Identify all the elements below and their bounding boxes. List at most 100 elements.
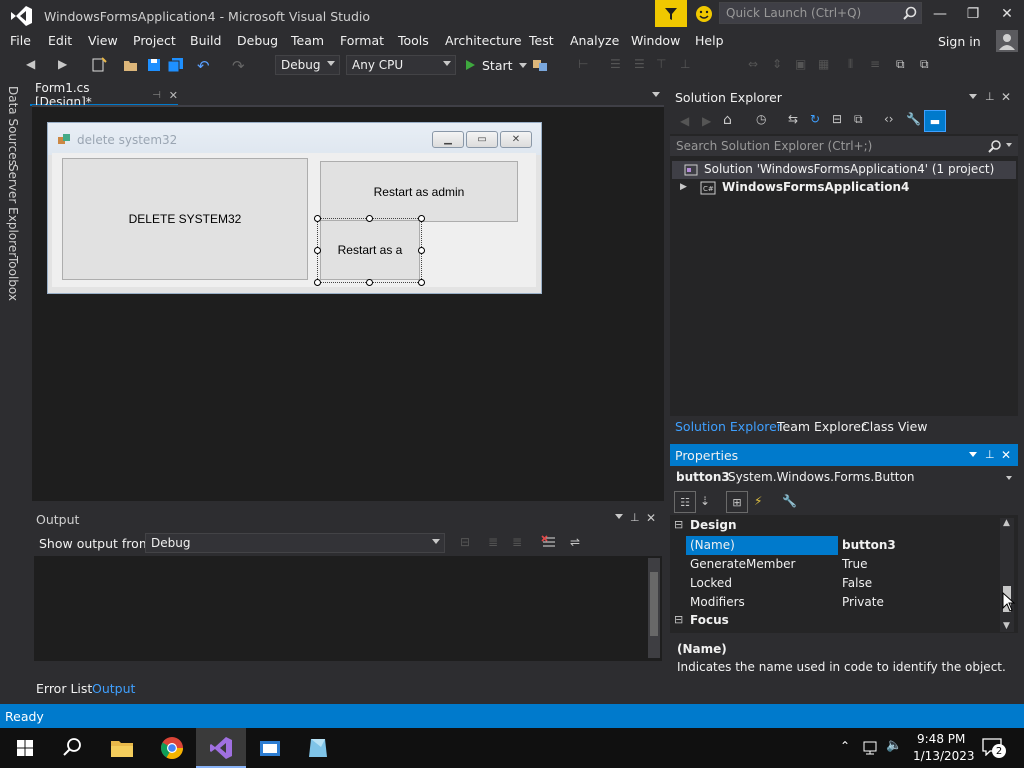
tab-toolbox[interactable]: Toolbox: [6, 256, 20, 301]
chevron-down-icon[interactable]: [1006, 476, 1012, 480]
menu-file[interactable]: File: [10, 33, 31, 48]
filter-icon[interactable]: [655, 0, 687, 27]
expand-arrow-icon[interactable]: ▶: [680, 182, 687, 192]
solution-explorer-search-input[interactable]: Search Solution Explorer (Ctrl+;): [670, 136, 1018, 156]
menu-debug[interactable]: Debug: [237, 33, 278, 48]
close-tab-icon[interactable]: ✕: [169, 89, 178, 102]
close-button[interactable]: ✕: [992, 3, 1022, 25]
sign-in-link[interactable]: Sign in: [938, 34, 981, 49]
menu-test[interactable]: Test: [529, 33, 554, 48]
vertical-spacing-icon[interactable]: ≡: [870, 57, 888, 73]
quick-launch-input[interactable]: Quick Launch (Ctrl+Q): [719, 2, 922, 24]
tab-form1-design[interactable]: Form1.cs [Design]* ⊣ ✕: [30, 81, 178, 109]
resize-handle[interactable]: [366, 215, 373, 222]
taskbar-search-icon[interactable]: [57, 733, 87, 763]
tab-class-view[interactable]: Class View: [861, 419, 928, 434]
find-message-icon[interactable]: ⊟: [460, 535, 470, 549]
refresh-icon[interactable]: ↻: [810, 112, 820, 126]
property-value[interactable]: True: [842, 557, 868, 571]
forward-icon[interactable]: ▶: [702, 114, 711, 128]
menu-analyze[interactable]: Analyze: [570, 33, 619, 48]
taskbar-clock-time[interactable]: 9:48 PM: [917, 732, 965, 746]
scroll-down-icon[interactable]: ▼: [1003, 621, 1010, 631]
menu-window[interactable]: Window: [631, 33, 680, 48]
clear-all-icon[interactable]: [541, 535, 557, 549]
property-row[interactable]: (Name) button3: [686, 536, 998, 555]
show-all-files-icon[interactable]: ⧉: [854, 112, 863, 127]
property-grid-scrollbar[interactable]: [1000, 518, 1014, 632]
menu-team[interactable]: Team: [291, 33, 324, 48]
align-lefts-icon[interactable]: ⊢: [578, 57, 596, 73]
visual-studio-icon[interactable]: [206, 733, 236, 763]
document-list-dropdown-icon[interactable]: [652, 92, 660, 97]
taskbar-app-icon[interactable]: [255, 733, 285, 763]
collapse-all-icon[interactable]: ⊟: [832, 112, 842, 126]
property-row[interactable]: Locked False: [686, 574, 998, 593]
size-to-grid-icon[interactable]: ▦: [818, 57, 836, 73]
pin-icon[interactable]: ⊣: [152, 90, 161, 101]
events-lightning-icon[interactable]: ⚡: [754, 494, 762, 508]
align-rights-icon[interactable]: ☰: [634, 57, 652, 73]
redo-icon[interactable]: ↷: [232, 57, 250, 75]
output-text-area[interactable]: [34, 556, 662, 661]
menu-format[interactable]: Format: [340, 33, 384, 48]
previous-message-icon[interactable]: ≣: [488, 535, 498, 549]
menu-edit[interactable]: Edit: [48, 33, 72, 48]
tab-server-explorer[interactable]: Server Explorer: [6, 164, 20, 257]
property-row[interactable]: Modifiers Private: [686, 593, 998, 612]
resize-handle[interactable]: [418, 215, 425, 222]
chrome-icon[interactable]: [157, 733, 187, 763]
account-icon[interactable]: [996, 30, 1018, 52]
close-icon[interactable]: ✕: [1001, 448, 1011, 462]
menu-project[interactable]: Project: [133, 33, 176, 48]
make-same-height-icon[interactable]: ⇕: [772, 57, 790, 73]
sync-with-document-icon[interactable]: ⇆: [788, 112, 798, 126]
new-project-icon[interactable]: [90, 57, 108, 73]
resize-handle[interactable]: [418, 279, 425, 286]
close-icon[interactable]: ✕: [1001, 90, 1011, 104]
tab-solution-explorer[interactable]: Solution Explorer: [675, 419, 782, 434]
pin-icon[interactable]: ⊥: [630, 511, 640, 524]
properties-wrench-icon[interactable]: 🔧: [906, 112, 921, 126]
pin-icon[interactable]: ⊥: [985, 448, 995, 461]
chevron-down-icon[interactable]: [969, 452, 977, 457]
resize-handle[interactable]: [418, 247, 425, 254]
alphabetical-view-icon[interactable]: ⇣: [700, 494, 710, 508]
output-source-select[interactable]: Debug: [145, 533, 445, 553]
view-code-icon[interactable]: ‹›: [884, 112, 894, 126]
property-value[interactable]: button3: [842, 538, 896, 552]
tab-error-list[interactable]: Error List: [36, 681, 92, 696]
close-icon[interactable]: ✕: [646, 511, 656, 525]
chevron-down-icon[interactable]: [615, 514, 623, 519]
resize-handle[interactable]: [366, 279, 373, 286]
menu-architecture[interactable]: Architecture: [445, 33, 522, 48]
output-horizontal-scrollbar[interactable]: [34, 662, 646, 674]
align-centers-icon[interactable]: ☰: [610, 57, 628, 73]
delete-system32-button[interactable]: DELETE SYSTEM32: [62, 158, 308, 280]
windows-start-icon[interactable]: [10, 733, 40, 763]
scroll-up-icon[interactable]: ▲: [1003, 518, 1010, 528]
property-row[interactable]: GenerateMember True: [686, 555, 998, 574]
align-tops-icon[interactable]: ⊤: [656, 57, 674, 73]
resize-handle[interactable]: [314, 247, 321, 254]
chevron-down-icon[interactable]: [1006, 143, 1012, 147]
start-debugging-button[interactable]: Start: [464, 56, 527, 74]
navigate-back-icon[interactable]: ◀: [26, 57, 44, 73]
pin-icon[interactable]: ⊥: [985, 90, 995, 103]
restart-as-admin-button[interactable]: Restart as admin: [320, 161, 518, 222]
next-message-icon[interactable]: ≣: [512, 535, 522, 549]
tree-item-project[interactable]: WindowsFormsApplication4: [722, 180, 909, 194]
feedback-smiley-icon[interactable]: [694, 4, 714, 24]
solution-configuration-select[interactable]: Debug: [275, 55, 340, 75]
bring-to-front-icon[interactable]: ⧉: [896, 57, 914, 73]
taskbar-app-icon[interactable]: [303, 733, 333, 763]
back-icon[interactable]: ◀: [680, 114, 689, 128]
volume-icon[interactable]: 🔈: [886, 738, 902, 753]
show-hidden-icons-icon[interactable]: ⌃: [840, 739, 850, 753]
align-middles-icon[interactable]: ⊥: [680, 57, 698, 73]
chevron-down-icon[interactable]: [969, 94, 977, 99]
menu-view[interactable]: View: [88, 33, 118, 48]
collapse-category-icon[interactable]: ⊟: [674, 518, 683, 531]
search-icon[interactable]: [988, 139, 1002, 153]
taskbar-clock-date[interactable]: 1/13/2023: [913, 749, 975, 763]
